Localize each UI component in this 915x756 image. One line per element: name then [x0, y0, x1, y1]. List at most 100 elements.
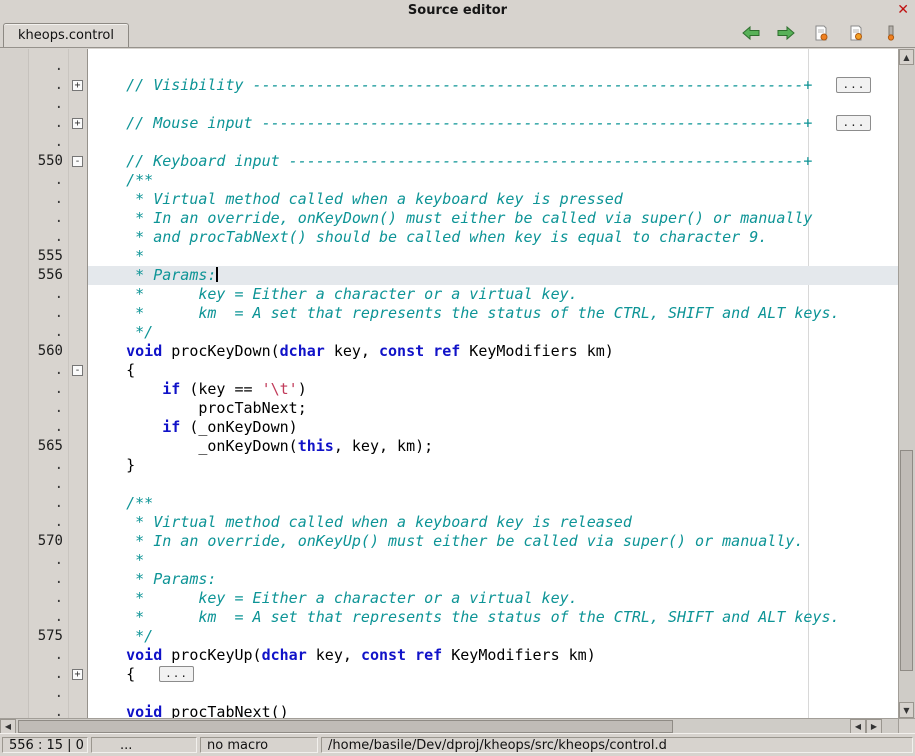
- fold-margin-cell: [68, 342, 88, 361]
- line-number: .: [0, 418, 68, 437]
- line-number: 560: [0, 342, 68, 361]
- go-forward-icon[interactable]: [775, 24, 797, 42]
- go-back-icon[interactable]: [740, 24, 762, 42]
- code-line[interactable]: 556 * Params:: [0, 266, 898, 285]
- code-line[interactable]: .: [0, 133, 898, 152]
- fold-margin-cell: [68, 228, 88, 247]
- tab-kheops-control[interactable]: kheops.control: [3, 23, 129, 47]
- vertical-scrollbar[interactable]: ▲ ▼: [898, 49, 915, 718]
- code-line[interactable]: .+ // Mouse input ----------------------…: [0, 114, 898, 133]
- fold-margin-cell: [68, 703, 88, 718]
- scroll-up-icon[interactable]: ▲: [899, 49, 914, 65]
- collapsed-fold-indicator[interactable]: ...: [836, 77, 871, 93]
- line-number: .: [0, 380, 68, 399]
- save-document-icon[interactable]: [810, 24, 832, 42]
- line-number: .: [0, 684, 68, 703]
- collapsed-fold-indicator[interactable]: ...: [836, 115, 871, 131]
- horizontal-scrollbar[interactable]: ◀ ◀ ▶: [0, 718, 898, 734]
- code-text: [88, 133, 898, 152]
- horizontal-scrollbar-thumb[interactable]: [18, 720, 673, 733]
- code-text: * Params:: [88, 266, 898, 285]
- line-number: .: [0, 456, 68, 475]
- code-line[interactable]: . * Params:: [0, 570, 898, 589]
- code-lines: ..+ // Visibility ----------------------…: [0, 49, 898, 718]
- code-text: _onKeyDown(this, key, km);: [88, 437, 898, 456]
- code-line[interactable]: .+ // Visibility -----------------------…: [0, 76, 898, 95]
- line-number: 550: [0, 152, 68, 171]
- code-line[interactable]: . *: [0, 551, 898, 570]
- line-number: .: [0, 209, 68, 228]
- vertical-scrollbar-thumb[interactable]: [900, 450, 913, 671]
- tab-label: kheops.control: [18, 28, 114, 43]
- code-line[interactable]: . if (_onKeyDown): [0, 418, 898, 437]
- code-text: * In an override, onKeyUp() must either …: [88, 532, 898, 551]
- code-line[interactable]: . void procKeyUp(dchar key, const ref Ke…: [0, 646, 898, 665]
- code-line[interactable]: . * km = A set that represents the statu…: [0, 608, 898, 627]
- code-line[interactable]: . }: [0, 456, 898, 475]
- fold-margin-cell: [68, 95, 88, 114]
- code-line[interactable]: . * key = Either a character or a virtua…: [0, 285, 898, 304]
- code-line[interactable]: . void procTabNext(): [0, 703, 898, 718]
- fold-margin-cell: [68, 323, 88, 342]
- scroll-down-icon[interactable]: ▼: [899, 702, 914, 718]
- code-line[interactable]: 565 _onKeyDown(this, key, km);: [0, 437, 898, 456]
- line-number: 575: [0, 627, 68, 646]
- code-line[interactable]: . * key = Either a character or a virtua…: [0, 589, 898, 608]
- fold-toggle-icon[interactable]: +: [72, 669, 83, 680]
- window-title: Source editor: [408, 3, 507, 18]
- fold-margin-cell: [68, 247, 88, 266]
- code-line[interactable]: . if (key == '\t'): [0, 380, 898, 399]
- code-line[interactable]: .+ {...: [0, 665, 898, 684]
- code-line[interactable]: 550- // Keyboard input -----------------…: [0, 152, 898, 171]
- fold-toggle-icon[interactable]: -: [72, 156, 83, 167]
- fold-margin-cell: [68, 475, 88, 494]
- code-editor[interactable]: ..+ // Visibility ----------------------…: [0, 49, 898, 718]
- code-text: * key = Either a character or a virtual …: [88, 285, 898, 304]
- code-line[interactable]: . * and procTabNext() should be called w…: [0, 228, 898, 247]
- code-line[interactable]: . /**: [0, 171, 898, 190]
- fold-toggle-icon[interactable]: -: [72, 365, 83, 376]
- fold-margin-cell: [68, 57, 88, 76]
- fold-margin-cell: [68, 551, 88, 570]
- code-line[interactable]: .- {: [0, 361, 898, 380]
- scroll-left-secondary-icon[interactable]: ◀: [850, 719, 866, 734]
- code-line[interactable]: 575 */: [0, 627, 898, 646]
- detach-editor-icon[interactable]: [880, 24, 902, 42]
- fold-toggle-icon[interactable]: +: [72, 118, 83, 129]
- code-text: * In an override, onKeyDown() must eithe…: [88, 209, 898, 228]
- code-text: */: [88, 627, 898, 646]
- code-line[interactable]: .: [0, 95, 898, 114]
- code-line[interactable]: . * km = A set that represents the statu…: [0, 304, 898, 323]
- line-number: .: [0, 608, 68, 627]
- code-line[interactable]: . */: [0, 323, 898, 342]
- code-line[interactable]: .: [0, 475, 898, 494]
- tab-bar: kheops.control: [0, 20, 915, 48]
- close-window-button[interactable]: ✕: [897, 2, 909, 18]
- line-number: .: [0, 304, 68, 323]
- collapsed-fold-indicator[interactable]: ...: [159, 666, 194, 682]
- code-line[interactable]: .: [0, 684, 898, 703]
- fold-margin-cell: [68, 570, 88, 589]
- code-line[interactable]: . procTabNext;: [0, 399, 898, 418]
- line-number: .: [0, 703, 68, 718]
- fold-margin-cell: [68, 418, 88, 437]
- code-line[interactable]: . * Virtual method called when a keyboar…: [0, 190, 898, 209]
- code-line[interactable]: 570 * In an override, onKeyUp() must eit…: [0, 532, 898, 551]
- line-number: .: [0, 475, 68, 494]
- code-line[interactable]: . /**: [0, 494, 898, 513]
- line-number: .: [0, 665, 68, 684]
- code-line[interactable]: . * Virtual method called when a keyboar…: [0, 513, 898, 532]
- line-number: .: [0, 57, 68, 76]
- code-line[interactable]: .: [0, 57, 898, 76]
- scroll-right-icon[interactable]: ▶: [866, 719, 882, 734]
- scroll-left-icon[interactable]: ◀: [0, 719, 16, 734]
- code-line[interactable]: 555 *: [0, 247, 898, 266]
- fold-margin-cell: [68, 608, 88, 627]
- code-line[interactable]: 560 void procKeyDown(dchar key, const re…: [0, 342, 898, 361]
- code-line[interactable]: . * In an override, onKeyDown() must eit…: [0, 209, 898, 228]
- code-text: void procKeyDown(dchar key, const ref Ke…: [88, 342, 898, 361]
- save-document-as-icon[interactable]: [845, 24, 867, 42]
- fold-toggle-icon[interactable]: +: [72, 80, 83, 91]
- code-text: void procTabNext(): [88, 703, 898, 718]
- code-text: void procKeyUp(dchar key, const ref KeyM…: [88, 646, 898, 665]
